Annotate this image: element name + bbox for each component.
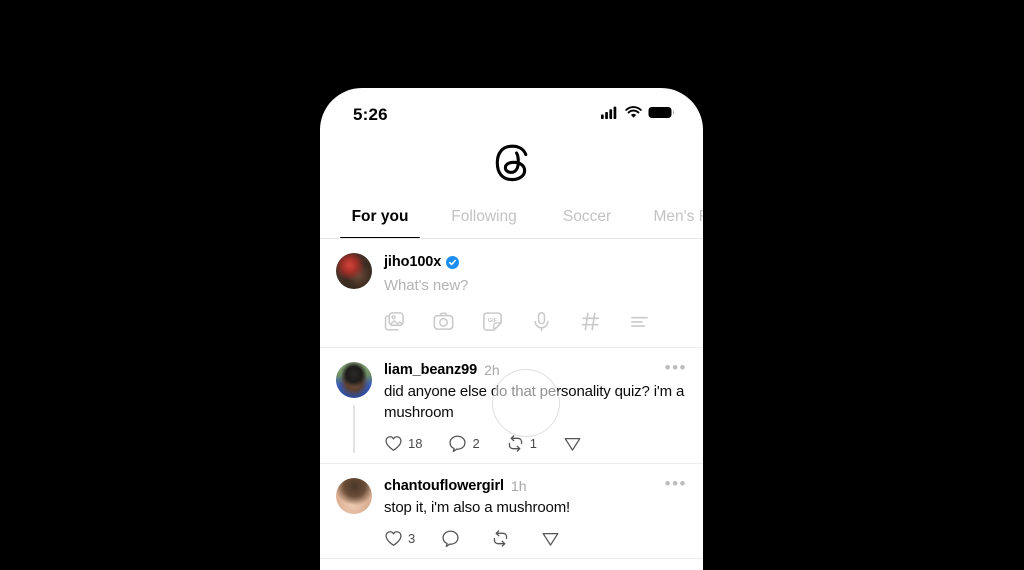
reply-count: 2	[472, 436, 480, 451]
composer-name-row: jiho100x	[384, 253, 687, 271]
status-bar-clock: 5:26	[353, 105, 388, 124]
composer-avatar[interactable]	[336, 253, 372, 289]
microphone-icon[interactable]	[531, 311, 552, 337]
feed-tabs[interactable]: For you Following Soccer Men's Fas	[320, 196, 703, 239]
camera-icon[interactable]	[433, 311, 454, 337]
tab-mens-fashion[interactable]: Men's Fas	[634, 208, 703, 238]
share-button[interactable]	[541, 529, 565, 548]
poll-list-icon[interactable]	[629, 311, 650, 337]
like-count: 18	[408, 436, 423, 451]
phone-screen: 5:26 For you Following Soccer Men's jiho…	[320, 88, 703, 570]
post-composer[interactable]: jiho100x What's new? GIF	[320, 239, 703, 348]
post-avatar[interactable]	[336, 478, 372, 514]
composer-placeholder[interactable]: What's new?	[384, 277, 687, 294]
post-header: chantouflowergirl 1h •••	[384, 475, 687, 495]
post-timestamp: 2h	[484, 362, 500, 378]
post-avatar-column	[336, 478, 372, 548]
feed-post[interactable]: chantouflowergirl 1h ••• stop it, i'm al…	[320, 464, 703, 559]
post-actions: 3	[384, 529, 687, 548]
hashtag-icon[interactable]	[580, 311, 601, 337]
composer-attachment-icons: GIF	[384, 311, 687, 337]
like-button[interactable]: 3	[384, 529, 415, 548]
post-header: liam_beanz99 2h •••	[384, 359, 687, 379]
thread-connector-line	[353, 405, 355, 453]
tab-for-you[interactable]: For you	[332, 208, 428, 238]
post-body: chantouflowergirl 1h ••• stop it, i'm al…	[372, 475, 687, 548]
repost-button[interactable]: 1	[506, 434, 537, 453]
composer-body: jiho100x What's new? GIF	[372, 253, 687, 337]
repost-button[interactable]	[491, 529, 515, 548]
reply-button[interactable]: 2	[448, 434, 480, 453]
composer-username[interactable]: jiho100x	[384, 254, 441, 270]
post-timestamp: 1h	[510, 478, 527, 494]
tab-following[interactable]: Following	[428, 208, 540, 238]
battery-icon	[648, 106, 675, 124]
share-button[interactable]	[563, 434, 587, 453]
feed-post[interactable]: liam_beanz99 2h ••• did anyone else do t…	[320, 348, 703, 464]
post-text: did anyone else do that personality quiz…	[384, 383, 685, 421]
status-bar: 5:26	[320, 88, 703, 134]
wifi-icon	[625, 106, 642, 124]
repost-count: 1	[529, 436, 537, 451]
post-username[interactable]: chantouflowergirl	[384, 478, 504, 494]
post-body: liam_beanz99 2h ••• did anyone else do t…	[372, 359, 687, 453]
reply-button[interactable]	[441, 529, 465, 548]
post-actions: 18 2 1	[384, 434, 687, 453]
svg-text:GIF: GIF	[488, 318, 498, 324]
post-avatar[interactable]	[336, 362, 372, 398]
post-username[interactable]: liam_beanz99	[384, 362, 477, 378]
like-button[interactable]: 18	[384, 434, 422, 453]
verified-badge-icon	[446, 255, 460, 269]
like-count: 3	[408, 531, 416, 546]
status-bar-icons	[601, 106, 675, 124]
gif-sticker-icon[interactable]: GIF	[482, 311, 503, 337]
photo-gallery-icon[interactable]	[384, 311, 405, 337]
post-more-options-button[interactable]: •••	[665, 359, 687, 378]
post-avatar-column	[336, 362, 372, 453]
post-more-options-button[interactable]: •••	[665, 475, 687, 494]
cellular-signal-icon	[601, 106, 619, 124]
threads-logo-icon	[495, 144, 529, 187]
app-header	[320, 134, 703, 196]
post-text: stop it, i'm also a mushroom!	[384, 499, 571, 516]
tab-soccer[interactable]: Soccer	[540, 208, 634, 238]
